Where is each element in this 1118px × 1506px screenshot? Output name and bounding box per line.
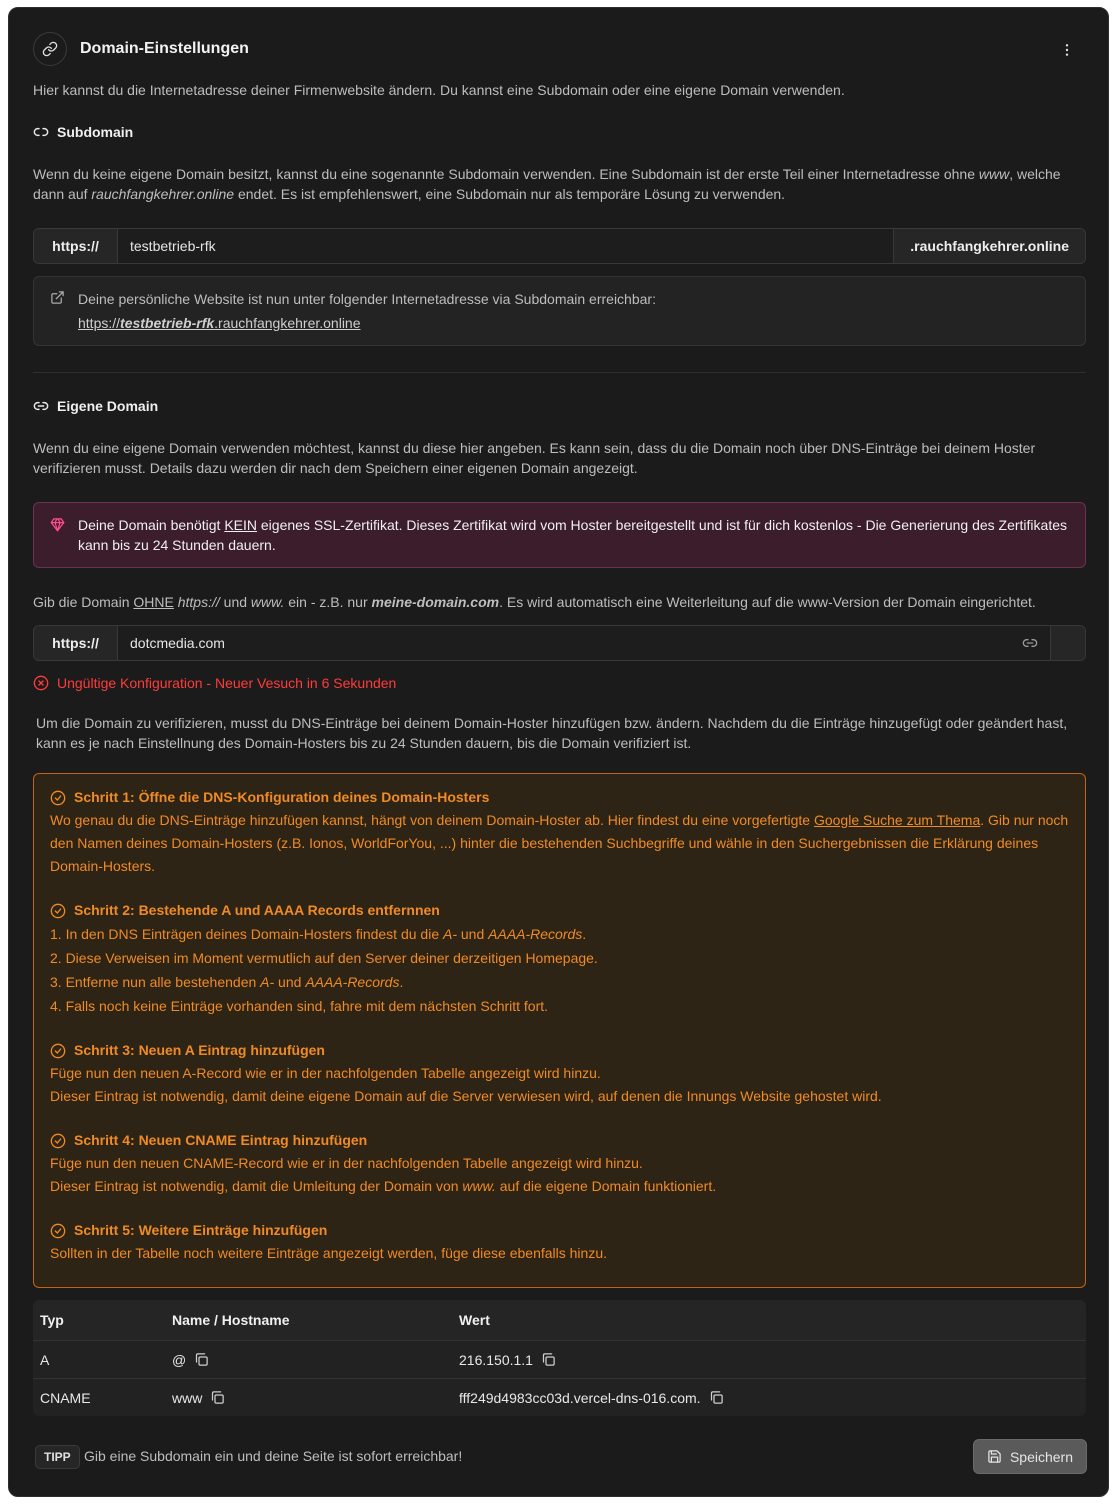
subdomain-prefix: https:// [34,229,118,263]
check-circle-icon [50,1043,66,1059]
record-name-text: www [172,1389,203,1406]
table-header-row: Typ Name / Hostname Wert [33,1300,1086,1340]
table-row: CNAME www fff249d4983cc03d.vercel-dns-01… [33,1378,1086,1416]
domain-error-message: Ungültige Konfiguration - Neuer Vesuch i… [33,673,396,693]
step-1-text: Wo genau du die DNS-Einträge hinzufügen … [50,812,1069,874]
custom-domain-section-title: Eigene Domain [33,396,158,416]
record-name: @ [172,1352,459,1368]
step-3-line-1: Füge nun den neuen A-Record wie er in de… [50,1065,601,1081]
step-2-line-2: 2. Diese Verweisen im Moment vermutlich … [50,950,598,966]
check-circle-icon [50,1133,66,1149]
copy-icon[interactable] [210,1390,225,1405]
table-row: A @ 216.150.1.1 [33,1340,1086,1378]
domain-input-hint: Gib die Domain OHNE https:// und www. ei… [33,594,1036,610]
section-divider [33,372,1086,373]
step-2: Schritt 2: Bestehende A und AAAA Records… [50,899,1069,1018]
tip-text: Gib eine Subdomain ein und deine Seite i… [84,1448,463,1464]
step-4: Schritt 4: Neuen CNAME Eintrag hinzufüge… [50,1129,1069,1198]
record-value: 216.150.1.1 [459,1352,1086,1368]
subdomain-title-label: Subdomain [57,124,134,140]
step-5-title: Schritt 5: Weitere Einträge hinzufügen [74,1222,328,1238]
page-title: Domain-Einstellungen [80,40,249,57]
column-header-value: Wert [459,1312,490,1328]
copy-icon[interactable] [709,1390,724,1405]
link-icon [33,398,49,414]
step-3-title: Schritt 3: Neuen A Eintrag hinzufügen [74,1042,325,1058]
x-circle-icon [33,675,49,691]
copy-icon[interactable] [541,1352,556,1367]
step-2-title: Schritt 2: Bestehende A und AAAA Records… [74,902,440,918]
step-3-line-2: Dieser Eintrag ist notwendig, damit dein… [50,1088,882,1104]
dns-records-table: Typ Name / Hostname Wert A @ 216.150.1.1… [33,1300,1086,1416]
more-vertical-icon[interactable] [1055,38,1079,62]
verify-description: Um die Domain zu verifizieren, musst du … [36,715,1068,751]
check-circle-icon [50,790,66,806]
domain-error-text: Ungültige Konfiguration - Neuer Vesuch i… [57,675,397,691]
save-button-label: Speichern [1009,1448,1074,1465]
column-header-name: Name / Hostname [172,1312,290,1328]
record-value-text: 216.150.1.1 [459,1351,533,1368]
custom-domain-value: dotcmedia.com [130,635,225,651]
ssl-alert-text: Deine Domain benötigt KEIN eigenes SSL-Z… [78,517,1067,553]
copy-icon[interactable] [194,1352,209,1367]
gem-icon [50,517,65,532]
record-name-text: @ [172,1351,187,1368]
step-3: Schritt 3: Neuen A Eintrag hinzufügen Fü… [50,1039,1069,1108]
external-link-icon [50,290,65,305]
subdomain-section-title: Subdomain [33,122,133,142]
save-button[interactable]: Speichern [973,1439,1087,1474]
step-4-line-1: Füge nun den neuen CNAME-Record wie er i… [50,1155,643,1171]
step-1-title: Schritt 1: Öffne die DNS-Konfiguration d… [74,789,490,805]
subdomain-url-link[interactable]: https://testbetrieb-rfk.rauchfangkehrer.… [78,313,361,333]
subdomain-input[interactable]: testbetrieb-rfk [118,229,894,263]
record-type: A [40,1351,50,1368]
step-1: Schritt 1: Öffne die DNS-Konfiguration d… [50,786,1069,878]
step-5-line-1: Sollten in der Tabelle noch weitere Eint… [50,1245,607,1261]
record-type: CNAME [40,1389,91,1406]
link-icon [1022,635,1038,651]
step-2-line-1: 1. In den DNS Einträgen deines Domain-Ho… [50,926,587,942]
subdomain-info-box: Deine persönliche Website ist nun unter … [33,276,1086,346]
google-search-link[interactable]: Google Suche zum Thema [814,812,980,828]
custom-domain-input[interactable]: dotcmedia.com [118,626,1050,660]
tip-badge: TIPP [35,1445,80,1469]
column-header-type: Typ [40,1312,64,1328]
save-icon [987,1449,1002,1464]
link-icon [33,124,49,140]
step-5: Schritt 5: Weitere Einträge hinzufügen S… [50,1219,1069,1265]
record-value: fff249d4983cc03d.vercel-dns-016.com. [459,1390,1086,1406]
check-circle-icon [50,903,66,919]
custom-domain-title-label: Eigene Domain [57,398,159,414]
subdomain-input-group: https:// testbetrieb-rfk .rauchfangkehre… [33,228,1086,264]
link-icon [33,32,67,66]
step-2-line-3: 3. Entferne nun alle bestehenden A- und … [50,974,404,990]
domain-settings-card: Domain-Einstellungen Hier kannst du die … [8,7,1109,1497]
custom-domain-suffix [1050,626,1085,660]
check-circle-icon [50,1223,66,1239]
dns-steps-box: Schritt 1: Öffne die DNS-Konfiguration d… [33,773,1086,1288]
subdomain-suffix: .rauchfangkehrer.online [893,229,1085,263]
step-2-line-4: 4. Falls noch keine Einträge vorhanden s… [50,998,549,1014]
page-description: Hier kannst du die Internetadresse deine… [33,82,845,98]
step-4-line-2: Dieser Eintrag ist notwendig, damit die … [50,1178,717,1194]
custom-domain-prefix: https:// [34,626,118,660]
ssl-alert-box: Deine Domain benötigt KEIN eigenes SSL-Z… [33,502,1086,568]
record-name: www [172,1390,459,1406]
step-4-title: Schritt 4: Neuen CNAME Eintrag hinzufüge… [74,1132,368,1148]
custom-domain-description: Wenn du eine eigene Domain verwenden möc… [33,440,1036,476]
record-value-text: fff249d4983cc03d.vercel-dns-016.com. [459,1389,701,1406]
subdomain-info-text: Deine persönliche Website ist nun unter … [78,291,656,307]
custom-domain-input-group: https:// dotcmedia.com [33,625,1086,661]
subdomain-description: Wenn du keine eigene Domain besitzt, kan… [33,166,1061,202]
